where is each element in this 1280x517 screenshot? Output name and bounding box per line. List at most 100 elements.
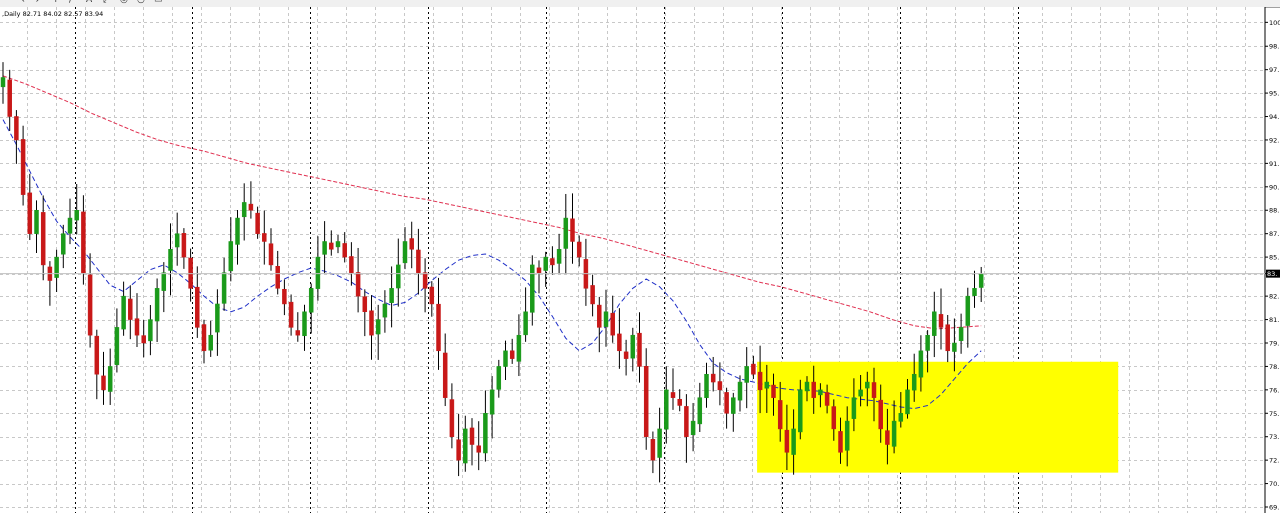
candle-down xyxy=(650,439,656,461)
zoom-icon[interactable]: ◎ xyxy=(120,0,128,5)
candle-down xyxy=(945,324,950,352)
candle-down xyxy=(20,139,26,195)
cursor-icon[interactable]: ↗ xyxy=(35,0,43,5)
line-icon[interactable]: / xyxy=(69,0,72,5)
candle-up xyxy=(818,389,823,396)
candle-down xyxy=(811,381,816,398)
candle-up xyxy=(335,241,341,248)
candle-up xyxy=(208,334,213,351)
candle-up xyxy=(503,350,508,367)
candle-down xyxy=(717,381,723,391)
candle-up xyxy=(61,233,66,255)
candle-up xyxy=(851,397,857,419)
arrow-icon[interactable]: ↖ xyxy=(18,0,26,5)
highlight-layer xyxy=(757,361,1119,473)
candle-down xyxy=(449,399,455,437)
candle-down xyxy=(878,399,883,430)
candle-down xyxy=(181,233,187,258)
arrow-cross-icon[interactable]: ⤢ xyxy=(103,0,110,5)
y-tick-label: 75. xyxy=(1269,410,1279,418)
candle-up xyxy=(556,249,562,264)
candle-up xyxy=(603,311,609,327)
candle-down xyxy=(355,272,361,297)
candle-up xyxy=(114,327,120,366)
candle-up xyxy=(174,233,180,248)
candle-down xyxy=(536,267,542,273)
candle-down xyxy=(27,192,33,234)
candle-down xyxy=(248,203,254,211)
candle-down xyxy=(670,392,676,398)
candle-down xyxy=(436,303,441,352)
candle-down xyxy=(141,335,146,344)
candle-up xyxy=(215,303,220,333)
candle-down xyxy=(94,335,100,375)
candle-down xyxy=(724,392,729,414)
y-tick-label: 82. xyxy=(1269,293,1279,301)
candle-down xyxy=(597,304,602,328)
candle-up xyxy=(496,366,502,390)
candle-up xyxy=(891,420,897,447)
y-tick-label: 81. xyxy=(1269,316,1279,324)
chart-area[interactable]: 100.98.97.95.94.92.91.90.88.87.85.84.82.… xyxy=(0,7,1280,513)
candle-down xyxy=(751,363,756,375)
y-tick-label: 97. xyxy=(1269,66,1279,74)
candle-up xyxy=(302,311,307,337)
candle-down xyxy=(362,296,368,313)
candle-down xyxy=(831,406,837,430)
y-tick-label: 73. xyxy=(1269,433,1279,441)
candle-down xyxy=(329,242,334,250)
y-tick-label: 70. xyxy=(1269,480,1279,488)
candle-up xyxy=(148,319,153,342)
candle-down xyxy=(838,431,843,453)
price-axis[interactable]: 100.98.97.95.94.92.91.90.88.87.85.84.82.… xyxy=(1265,19,1280,512)
candle-up xyxy=(858,389,863,397)
candle-down xyxy=(101,375,106,391)
candle-up xyxy=(483,413,488,454)
y-tick-label: 92. xyxy=(1269,136,1279,144)
candle-down xyxy=(282,288,287,305)
candle-up xyxy=(530,264,535,313)
candle-down xyxy=(295,330,301,336)
text-icon[interactable]: A xyxy=(86,0,92,5)
template-icon[interactable]: ▭ xyxy=(154,0,163,5)
period-icon[interactable]: ◷ xyxy=(137,0,145,5)
candle-up xyxy=(804,381,810,392)
candle-down xyxy=(757,371,763,391)
candle-down xyxy=(342,243,347,258)
candle-up xyxy=(221,272,227,304)
candle-up xyxy=(523,311,528,336)
candle-down xyxy=(643,366,649,437)
highlight-rectangle[interactable] xyxy=(757,361,1119,473)
candle-down xyxy=(255,212,260,234)
candle-up xyxy=(228,241,234,272)
candle-down xyxy=(509,350,515,359)
candle-up xyxy=(952,342,957,352)
candle-down xyxy=(456,439,461,461)
candle-up xyxy=(905,389,910,415)
candle-down xyxy=(87,274,93,336)
candle-up xyxy=(731,397,736,414)
candle-down xyxy=(195,286,200,328)
candle-up xyxy=(657,428,662,458)
candle-down xyxy=(429,286,435,305)
price-chart[interactable]: 100.98.97.95.94.92.91.90.88.87.85.84.82.… xyxy=(0,7,1280,513)
candle-up xyxy=(764,381,770,389)
candle-down xyxy=(590,285,595,305)
candle-up xyxy=(396,264,401,289)
candle-down xyxy=(885,430,890,445)
candle-up xyxy=(389,288,394,303)
candle-down xyxy=(369,310,374,336)
y-tick-label: 91. xyxy=(1269,160,1279,168)
candle-up xyxy=(402,241,408,264)
candle-up xyxy=(744,366,749,383)
crosshair-icon[interactable]: + xyxy=(52,0,60,5)
candle-down xyxy=(550,258,555,266)
candle-down xyxy=(268,243,274,266)
candle-up xyxy=(664,389,669,430)
candle-down xyxy=(128,298,133,320)
candle-down xyxy=(349,256,354,273)
candle-up xyxy=(798,389,803,433)
candle-up xyxy=(154,288,160,322)
symbol-ohlc-label: ,Daily 82.71 84.02 82.57 83.94 xyxy=(2,10,103,18)
candle-up xyxy=(958,327,964,341)
